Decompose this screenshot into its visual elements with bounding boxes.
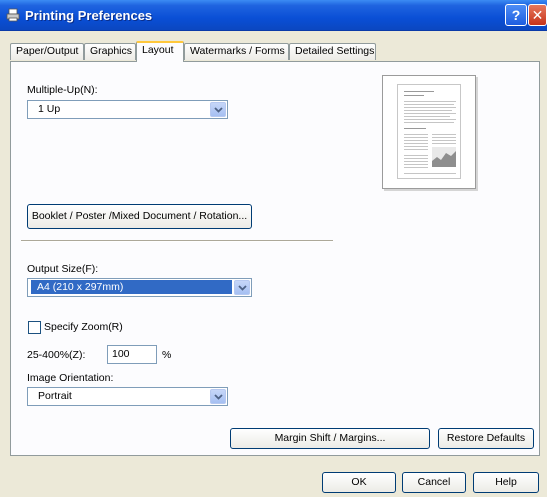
- layout-panel: Multiple-Up(N): 1 Up Booklet / Poster /M…: [10, 61, 540, 456]
- output-size-label: Output Size(F):: [27, 263, 99, 275]
- printing-preferences-window: Printing Preferences ? ✕ Paper/Output Gr…: [0, 0, 547, 497]
- output-size-select[interactable]: A4 (210 x 297mm): [27, 278, 252, 297]
- multiple-up-value: 1 Up: [38, 103, 61, 115]
- specify-zoom-checkbox[interactable]: [28, 321, 41, 334]
- zoom-range-label: 25-400%(Z):: [27, 349, 86, 361]
- booklet-poster-button[interactable]: Booklet / Poster /Mixed Document / Rotat…: [27, 204, 252, 229]
- title-bar[interactable]: Printing Preferences ? ✕: [0, 0, 547, 31]
- margin-shift-button[interactable]: Margin Shift / Margins...: [230, 428, 430, 449]
- close-icon[interactable]: ✕: [528, 4, 547, 26]
- multiple-up-label: Multiple-Up(N):: [27, 84, 98, 96]
- window-title: Printing Preferences: [25, 8, 153, 23]
- image-orientation-value: Portrait: [38, 390, 72, 402]
- output-size-value: A4 (210 x 297mm): [31, 280, 232, 294]
- help-button[interactable]: Help: [473, 472, 539, 493]
- chevron-down-icon[interactable]: [210, 389, 226, 404]
- zoom-unit: %: [162, 349, 172, 361]
- tab-detailed-settings[interactable]: Detailed Settings: [289, 43, 376, 60]
- cancel-button[interactable]: Cancel: [402, 472, 466, 493]
- printer-icon: [6, 8, 20, 22]
- layout-preview: [382, 75, 476, 189]
- tab-graphics[interactable]: Graphics: [84, 43, 136, 60]
- zoom-input[interactable]: 100: [107, 345, 157, 364]
- specify-zoom-label: Specify Zoom(R): [44, 321, 123, 333]
- chart-thumbnail-icon: [432, 147, 456, 167]
- tab-layout[interactable]: Layout: [136, 41, 184, 62]
- multiple-up-select[interactable]: 1 Up: [27, 100, 228, 119]
- tab-paper-output[interactable]: Paper/Output: [10, 43, 84, 60]
- image-orientation-select[interactable]: Portrait: [27, 387, 228, 406]
- separator: [21, 240, 333, 242]
- ok-button[interactable]: OK: [322, 472, 396, 493]
- tab-watermarks-forms[interactable]: Watermarks / Forms: [184, 43, 289, 60]
- image-orientation-label: Image Orientation:: [27, 372, 114, 384]
- help-icon[interactable]: ?: [505, 4, 527, 26]
- restore-defaults-button[interactable]: Restore Defaults: [438, 428, 534, 449]
- page-preview-image: [397, 84, 461, 179]
- tab-strip: Paper/Output Graphics Layout Watermarks …: [0, 41, 547, 62]
- chevron-down-icon[interactable]: [210, 102, 226, 117]
- chevron-down-icon[interactable]: [234, 280, 250, 295]
